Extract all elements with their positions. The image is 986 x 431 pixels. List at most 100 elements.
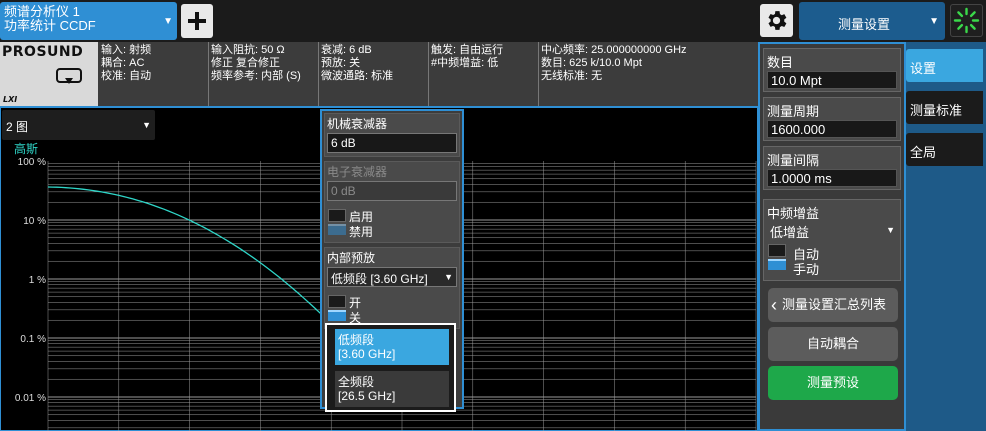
info-trigger: 触发: 自由运行 <box>431 44 504 56</box>
band-option-full-range: [26.5 GHz] <box>338 389 396 403</box>
brand-logo: PROSUND <box>2 44 84 60</box>
tab-measure-standard[interactable]: 测量标准 <box>906 91 983 124</box>
add-window-button[interactable] <box>181 4 213 38</box>
preamp-band-dropdown: 低频段 [3.60 GHz] 全频段 [26.5 GHz] <box>325 323 456 412</box>
elec-atten-title: 电子衰减器 <box>327 165 388 179</box>
info-impedance-column: 输入阻抗: 50 Ω 修正 复合修正 频率参考: 内部 (S) <box>211 44 301 83</box>
tab-settings[interactable]: 设置 <box>906 49 983 82</box>
y-tick-label: 1 % <box>29 275 46 286</box>
status-info-bar: PROSUND LXI 输入: 射频 耦合: AC 校准: 自动 输入阻抗: 5… <box>0 42 758 108</box>
preamp-select-value: 低频段 [3.60 GHz] <box>331 272 428 286</box>
summary-list-button[interactable]: ‹ 测量设置汇总列表 <box>768 288 898 322</box>
y-tick-label: 100 % <box>18 157 46 168</box>
measure-preset-button[interactable]: 测量预设 <box>768 366 898 400</box>
info-coupling: 耦合: AC <box>101 57 145 69</box>
top-bar: 频谱分析仪 1 功率统计 CCDF ▼ 测量设置 ▼ <box>0 0 986 42</box>
chevron-down-icon: ▼ <box>929 16 939 27</box>
view-layout-label: 2 图 <box>6 120 29 134</box>
divider <box>208 42 209 106</box>
period-param[interactable]: 测量周期 1600.000 <box>763 97 901 141</box>
app-tab-subtitle: 功率统计 CCDF <box>4 18 96 33</box>
toggle-on-indicator <box>768 259 786 270</box>
menu-tabs: 设置 测量标准 全局 <box>906 42 986 431</box>
points-value[interactable]: 10.0 Mpt <box>767 71 897 89</box>
band-option-full-name: 全频段 <box>338 375 375 389</box>
chevron-down-icon: ▼ <box>444 272 453 282</box>
toggle-off-indicator <box>328 209 346 222</box>
toggle-off-indicator <box>328 295 346 308</box>
mech-atten-group: 机械衰减器 6 dB <box>324 113 460 157</box>
info-center-freq: 中心频率: 25.000000000 GHz <box>541 44 687 56</box>
preamp-toggle[interactable] <box>328 295 348 323</box>
info-mw-path: 微波通路: 标准 <box>321 70 394 82</box>
preamp-title: 内部预放 <box>327 251 376 265</box>
divider <box>428 42 429 106</box>
points-param[interactable]: 数目 10.0 Mpt <box>763 48 901 92</box>
mech-atten-title: 机械衰减器 <box>327 117 388 131</box>
logo-area: PROSUND LXI <box>0 42 98 106</box>
toggle-on-indicator <box>328 224 346 235</box>
toggle-on-indicator <box>328 310 346 321</box>
divider <box>538 42 539 106</box>
period-value[interactable]: 1600.000 <box>767 120 897 138</box>
measure-setup-label: 测量设置 <box>837 17 890 32</box>
if-gain-select[interactable]: 低增益 ▼ <box>767 221 897 240</box>
screen-display-icon[interactable] <box>54 66 84 88</box>
y-tick-label: 0.1 % <box>20 334 46 345</box>
measure-setup-panel: 数目 10.0 Mpt 测量周期 1600.000 测量间隔 1.0000 ms… <box>758 42 906 431</box>
period-label: 测量周期 <box>767 104 820 119</box>
chevron-left-icon: ‹ <box>771 295 777 315</box>
y-tick-label: 10 % <box>23 216 46 227</box>
band-option-low-range: [3.60 GHz] <box>338 347 396 361</box>
elec-atten-toggle[interactable] <box>328 209 348 237</box>
y-axis-ticks: 100 % 10 % 1 % 0.1 % 0.01 % <box>15 157 46 404</box>
busy-spinner-icon[interactable] <box>950 4 983 37</box>
chevron-down-icon: ▼ <box>886 225 895 235</box>
info-input: 输入: 射频 <box>101 44 152 56</box>
summary-list-label: 测量设置汇总列表 <box>782 297 887 312</box>
info-radio-std: 无线标准: 无 <box>541 70 603 82</box>
info-attenuation: 衰减: 6 dB <box>321 44 372 56</box>
if-gain-param: 中频增益 低增益 ▼ 自动 手动 <box>763 199 901 281</box>
divider <box>318 42 319 106</box>
plus-icon <box>188 12 206 30</box>
interval-label: 测量间隔 <box>767 153 820 168</box>
gear-icon <box>768 11 787 30</box>
interval-param[interactable]: 测量间隔 1.0000 ms <box>763 146 901 190</box>
y-tick-label: 0.01 % <box>15 393 46 404</box>
elec-atten-group: 电子衰减器 0 dB 启用 禁用 <box>324 161 460 243</box>
info-if-gain: #中频增益: 低 <box>431 57 499 69</box>
band-option-low-name: 低频段 <box>338 333 375 347</box>
chevron-down-icon: ▼ <box>163 16 173 27</box>
if-gain-manual-label: 手动 <box>793 262 820 277</box>
preamp-select[interactable]: 低频段 [3.60 GHz] ▼ <box>327 267 457 287</box>
info-correction: 修正 复合修正 <box>211 57 281 69</box>
info-freq-column: 中心频率: 25.000000000 GHz 数目: 625 k/10.0 Mp… <box>541 44 687 83</box>
info-preamp: 预放: 关 <box>321 57 361 69</box>
info-points: 数目: 625 k/10.0 Mpt <box>541 57 642 69</box>
elec-atten-input[interactable]: 0 dB <box>327 181 457 201</box>
info-freq-ref: 频率参考: 内部 (S) <box>211 70 301 82</box>
auto-couple-button[interactable]: 自动耦合 <box>768 327 898 361</box>
info-input-column: 输入: 射频 耦合: AC 校准: 自动 <box>101 44 151 83</box>
trace-label: 高斯 <box>14 141 38 156</box>
elec-atten-disable-label: 禁用 <box>349 225 374 239</box>
mech-atten-input[interactable]: 6 dB <box>327 133 457 153</box>
spinner-glyph <box>953 7 980 34</box>
band-option-low[interactable]: 低频段 [3.60 GHz] <box>335 329 449 365</box>
points-label: 数目 <box>767 55 794 70</box>
measure-setup-menu[interactable]: 测量设置 ▼ <box>799 2 945 40</box>
interval-value[interactable]: 1.0000 ms <box>767 169 897 187</box>
preamp-group: 内部预放 低频段 [3.60 GHz] ▼ 开 关 <box>324 247 460 329</box>
settings-button[interactable] <box>760 4 793 37</box>
chevron-down-icon: ▼ <box>142 120 151 130</box>
if-gain-label: 中频增益 <box>767 206 820 221</box>
info-impedance: 输入阻抗: 50 Ω <box>211 44 285 56</box>
info-calibration: 校准: 自动 <box>101 70 152 82</box>
band-option-full[interactable]: 全频段 [26.5 GHz] <box>335 371 449 407</box>
tab-global[interactable]: 全局 <box>906 133 983 166</box>
app-tab-spectrum-analyzer[interactable]: 频谱分析仪 1 功率统计 CCDF ▼ <box>0 2 177 40</box>
if-gain-auto-toggle[interactable] <box>768 244 788 272</box>
info-trigger-column: 触发: 自由运行 #中频增益: 低 <box>431 44 503 70</box>
view-layout-select[interactable]: 2 图 ▼ <box>2 110 155 140</box>
